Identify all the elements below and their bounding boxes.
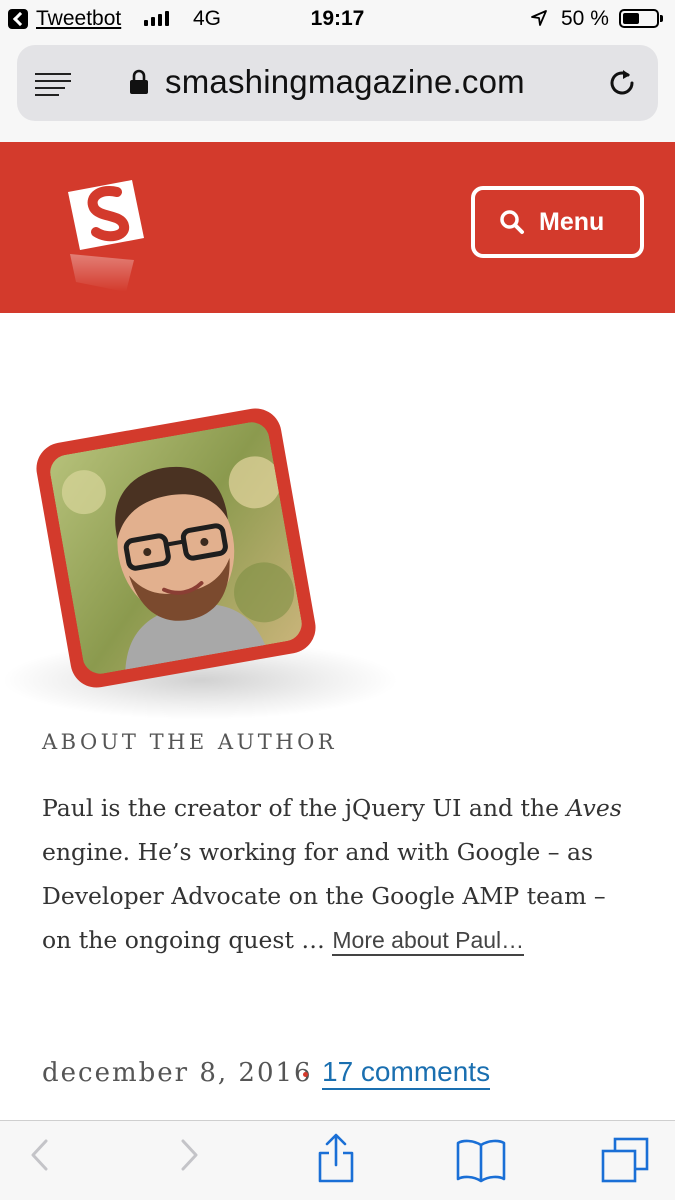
bio-text-1: Paul is the creator of the jQuery UI and…	[42, 794, 567, 822]
battery-icon	[619, 9, 663, 28]
tabs-icon[interactable]	[601, 1137, 649, 1183]
battery-percent: 50 %	[561, 7, 609, 30]
browser-chrome: smashingmagazine.com	[0, 38, 675, 142]
location-arrow-icon	[531, 10, 547, 26]
about-author-heading: ABOUT THE AUTHOR	[42, 730, 338, 754]
avatar-frame	[32, 404, 320, 692]
lock-icon	[130, 69, 148, 94]
separator-dot	[303, 1072, 308, 1077]
menu-label: Menu	[539, 207, 605, 236]
browser-toolbar	[0, 1120, 675, 1200]
author-avatar	[47, 419, 305, 677]
forward-icon[interactable]	[177, 1135, 201, 1175]
bio-italic: Aves	[566, 794, 622, 822]
search-icon	[500, 210, 524, 234]
url-text: smashingmagazine.com	[165, 63, 525, 100]
comments-link[interactable]: 17 comments	[322, 1056, 491, 1090]
reload-icon[interactable]	[606, 67, 638, 99]
bookmarks-icon[interactable]	[455, 1137, 507, 1183]
menu-button[interactable]: Menu	[471, 186, 644, 258]
site-header: Menu	[0, 142, 675, 313]
more-about-author-link[interactable]: More about Paul…	[332, 927, 525, 956]
post-date: december 8, 2016	[42, 1058, 313, 1088]
status-bar: Tweetbot 4G 19:17 50 %	[0, 0, 675, 38]
address-bar[interactable]: smashingmagazine.com	[17, 45, 658, 121]
reader-mode-icon[interactable]	[35, 73, 71, 96]
back-icon[interactable]	[28, 1135, 52, 1175]
share-icon[interactable]	[316, 1133, 356, 1185]
author-bio: Paul is the creator of the jQuery UI and…	[42, 786, 642, 962]
smashing-logo-icon[interactable]	[62, 174, 158, 294]
